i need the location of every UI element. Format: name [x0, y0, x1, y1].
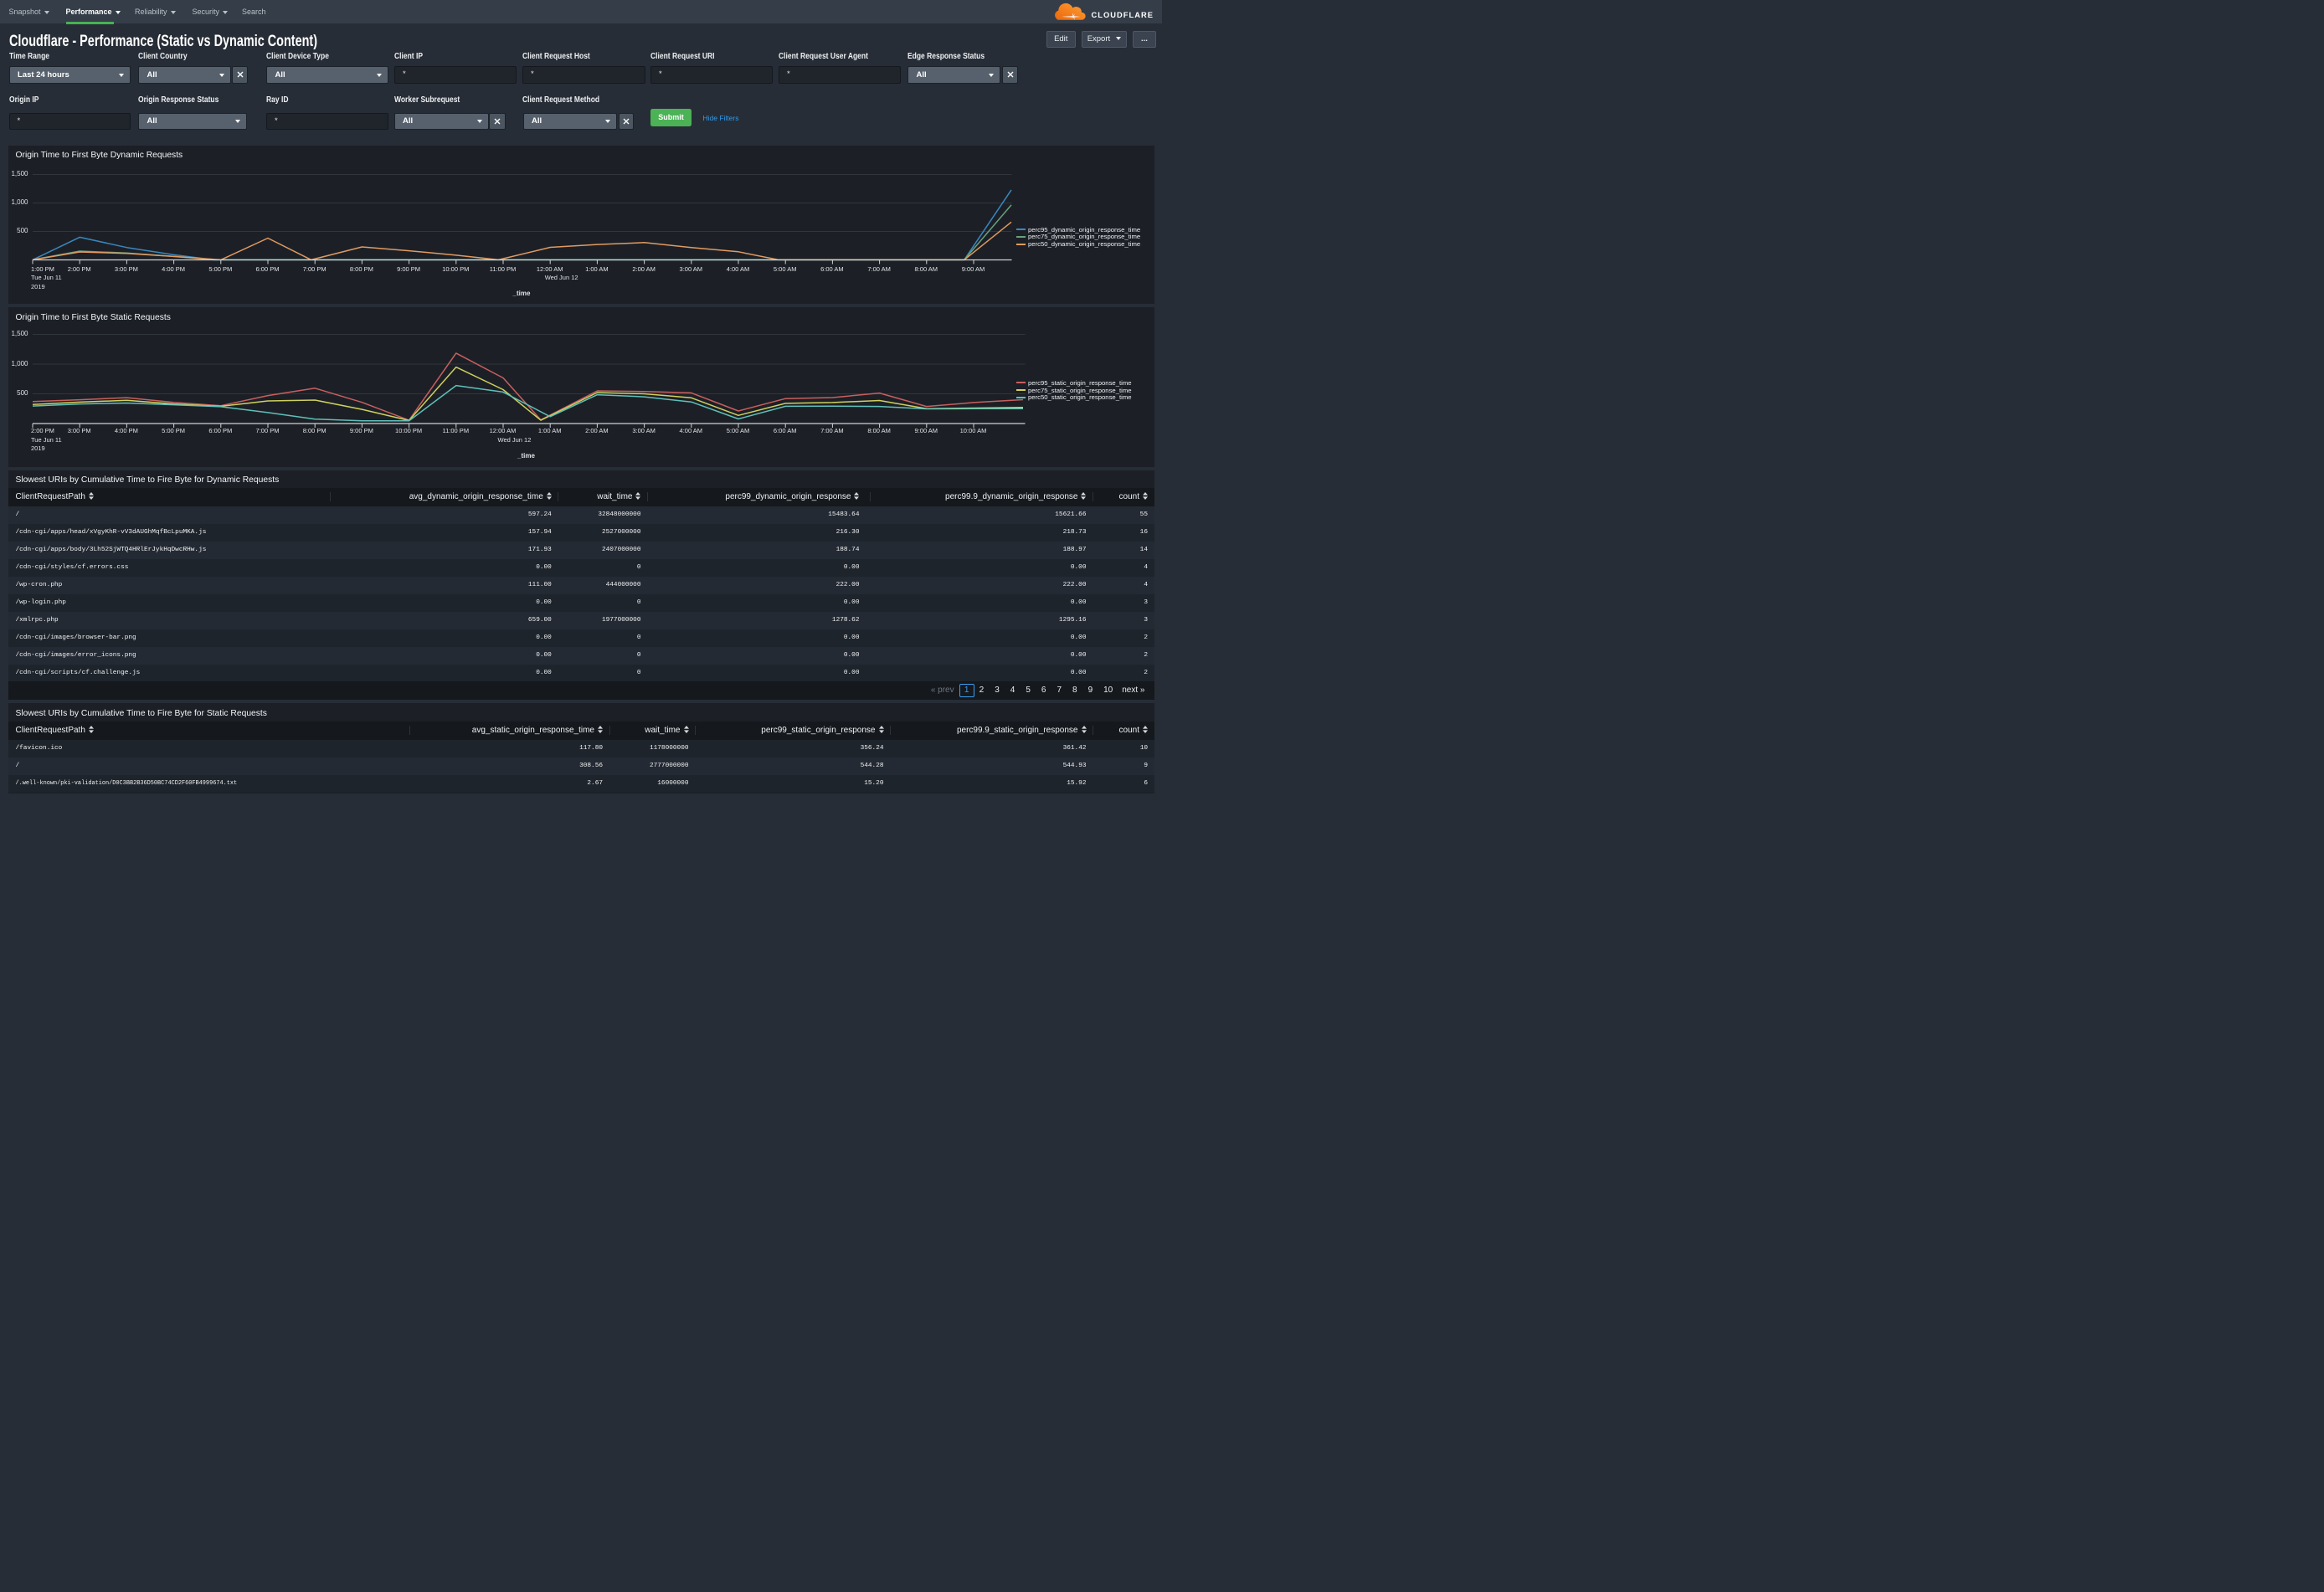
svg-text:CLOUDFLARE: CLOUDFLARE — [1092, 11, 1154, 19]
